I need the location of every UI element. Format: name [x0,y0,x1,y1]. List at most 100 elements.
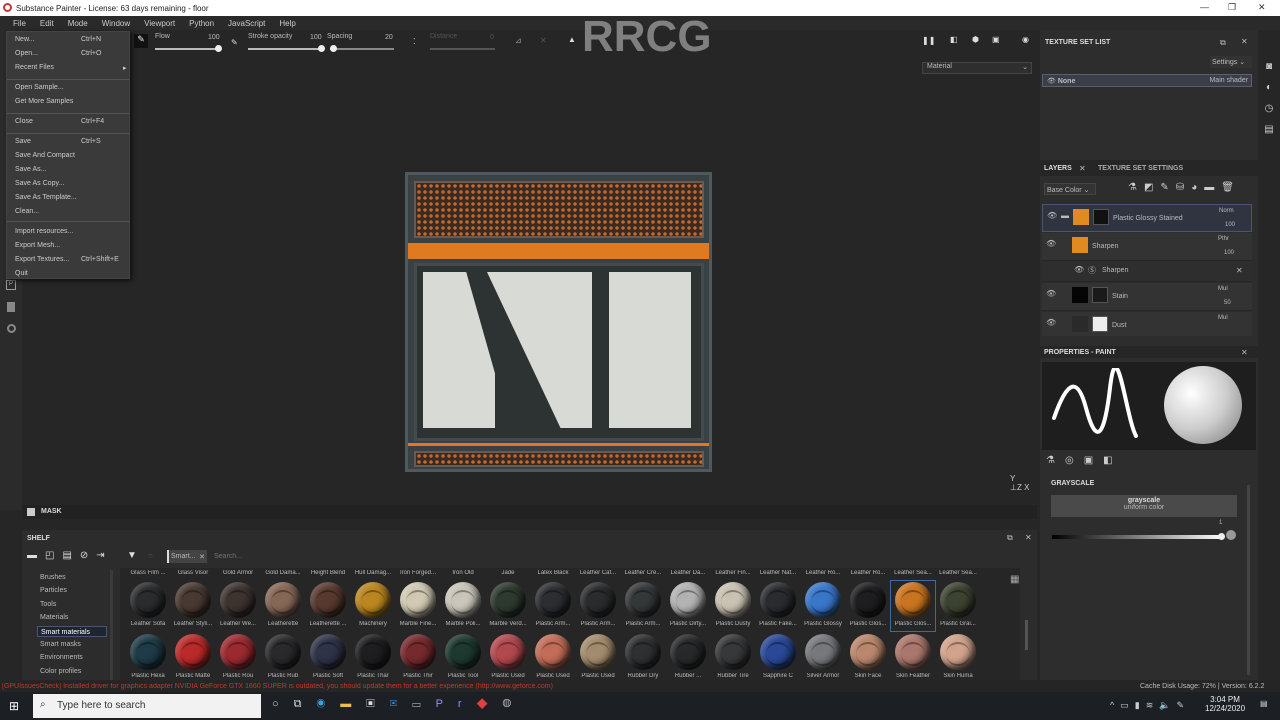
layer-blend-mode[interactable]: Mul [1218,315,1228,321]
menu-edit[interactable]: Edit [33,19,61,28]
view-3d-icon[interactable]: ⬢ [972,35,979,44]
spacing-value[interactable]: 20 [385,34,393,41]
render-mode-icon[interactable]: ▣ [992,35,1000,44]
material-thumbnail[interactable] [490,634,526,670]
shelf-scrollbar[interactable] [1025,620,1028,650]
stroke-opacity-slider[interactable] [248,48,322,50]
layer-blend-mode[interactable]: Pthr [1218,236,1229,242]
file-menu-item[interactable]: Open... Ctrl+O [15,50,127,57]
material-thumbnail[interactable] [355,582,391,618]
file-menu-item[interactable]: Save And Compact [15,152,127,159]
material-thumbnail[interactable] [535,634,571,670]
3d-viewport[interactable]: RRCG Y ⊥Z X [22,12,1037,506]
shelf-search-input[interactable] [214,550,334,563]
close-shelf-icon[interactable]: ✕ [1025,533,1032,542]
symmetry-icon[interactable]: ⊿ [515,36,522,45]
shelf-category[interactable]: Color profiles [37,666,107,677]
material-thumbnail[interactable] [220,582,256,618]
material-thumbnail[interactable] [400,582,436,618]
material-thumbnail[interactable] [760,582,796,618]
menu-file[interactable]: File [6,19,33,28]
shelf-category[interactable]: Brushes [37,572,107,583]
menu-javascript[interactable]: JavaScript [221,19,272,28]
shelf-category[interactable]: Environments [37,652,107,663]
log-icon[interactable]: ▤ [1258,119,1280,140]
file-menu-item[interactable]: Save As Template... [15,194,127,201]
camera-mode-icon[interactable]: ▲ [568,35,576,44]
lazy-mouse-icon[interactable]: ⁚ [413,37,416,46]
layer-tools[interactable]: ⚗◩✎⛁◕▬🗑 [1128,182,1241,193]
layer-opacity[interactable]: 100 [1224,250,1234,256]
categories-scrollbar[interactable] [110,570,113,680]
tab-layers[interactable]: LAYERS [1044,165,1072,172]
stroke-opacity-slider-knob[interactable] [318,45,325,52]
layer-row[interactable]: 👁 Sharpen Pthr 100 [1042,233,1252,261]
material-thumbnail[interactable] [175,634,211,670]
material-thumbnail[interactable] [445,582,481,618]
file-menu-item[interactable]: Save As Copy... [15,180,127,187]
file-menu-item[interactable]: Save As... [15,166,127,173]
flow-slider[interactable] [155,48,219,50]
file-menu-item[interactable]: Close Ctrl+F4 [15,118,127,125]
material-thumbnail[interactable] [895,582,931,618]
pause-icon[interactable]: ❚❚ [922,36,935,45]
layer-opacity[interactable]: 50 [1224,300,1231,306]
properties-scrollbar[interactable] [1247,485,1250,675]
shelf-tools[interactable]: ▬◰▤⊘⇥ [27,550,113,561]
eye-icon[interactable]: 👁 [1047,78,1056,85]
layer-row[interactable]: 👁 Dust Mul [1042,312,1252,336]
menu-python[interactable]: Python [182,19,221,28]
eye-icon[interactable]: 👁 [1047,211,1057,220]
grayscale-button[interactable]: grayscale uniform color [1051,495,1237,517]
viewport-mode-select[interactable]: Material ⌄ [922,62,1032,74]
favorite-icon[interactable]: ○ [148,551,153,560]
flow-slider-knob[interactable] [215,45,222,52]
layer-blend-mode[interactable]: Mul [1218,286,1228,292]
eye-icon[interactable]: 👁 [1046,318,1056,327]
property-tabs[interactable]: ⚗◎▣◧ [1046,455,1123,466]
status-log-message[interactable]: [GPUIssuesCheck] Installed driver for gr… [2,683,702,690]
x-symmetry-icon[interactable]: ✕ [540,36,547,45]
clock[interactable]: 3:04 PM 12/24/2020 [1205,695,1245,713]
shader-name[interactable]: Main shader [1209,77,1248,84]
float-panel-icon[interactable]: ⧉ [1220,38,1226,48]
document-icon[interactable] [7,302,15,312]
layer-row[interactable]: 👁 ▬ Plastic Glossy Stained Norm 100 [1042,204,1252,232]
close-button[interactable]: ✕ [1258,2,1266,13]
view-2d-icon[interactable]: ◧ [950,35,958,44]
layer-row[interactable]: 👁 Ⓢ Sharpen ✕ [1042,262,1252,282]
texture-set-settings-dropdown[interactable]: Settings ⌄ [1210,56,1252,68]
file-menu-item[interactable]: Clean... [15,208,127,215]
mask-checkbox[interactable] [27,508,35,516]
material-thumbnail[interactable] [850,582,886,618]
material-thumbnail[interactable] [265,634,301,670]
float-shelf-icon[interactable]: ⧉ [1007,533,1013,543]
shelf-category[interactable]: Smart masks [37,639,107,650]
menu-window[interactable]: Window [95,19,137,28]
shelf-category[interactable]: Materials [37,612,107,623]
material-thumbnail[interactable] [130,582,166,618]
system-tray[interactable]: ^▭▮≋🔈✎ [1110,700,1190,711]
menu-mode[interactable]: Mode [61,19,95,28]
material-thumbnail[interactable] [850,634,886,670]
file-menu-item[interactable]: Open Sample... [15,84,127,91]
material-thumbnail[interactable] [220,634,256,670]
material-thumbnail[interactable] [580,634,616,670]
material-thumbnail[interactable] [805,582,841,618]
file-menu-item[interactable]: Recent Files ▸ [15,64,127,72]
grayscale-slider[interactable] [1052,535,1224,539]
texture-set-icon[interactable]: ◙ [1258,56,1280,77]
material-thumbnail[interactable] [400,634,436,670]
stroke-opacity-value[interactable]: 100 [310,34,322,41]
material-thumbnail[interactable] [310,634,346,670]
grayscale-slider-knob[interactable] [1218,533,1225,540]
file-menu-item[interactable]: Export Textures... Ctrl+Shift+E [15,256,127,263]
material-thumbnail[interactable] [715,582,751,618]
eye-icon[interactable]: 👁 [1046,239,1056,248]
filter-tag[interactable]: Smart... ✕ [167,550,207,563]
material-thumbnail[interactable] [760,634,796,670]
spacing-slider-knob[interactable] [330,45,337,52]
taskbar-search-input[interactable]: ⌕ Type here to search [33,694,261,718]
material-thumbnail[interactable] [670,634,706,670]
file-menu-item[interactable]: Quit [15,270,127,277]
